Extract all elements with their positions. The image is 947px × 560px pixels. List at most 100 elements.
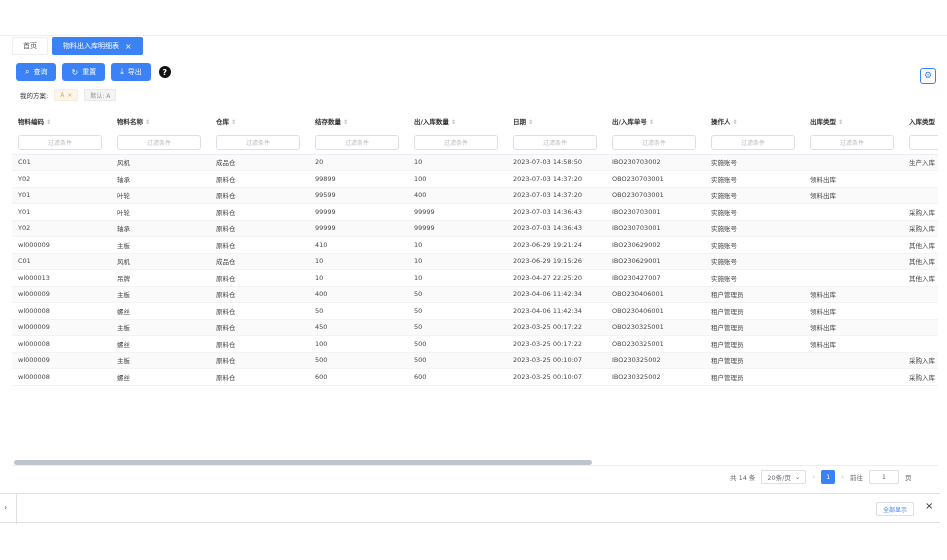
filter-input[interactable]: 过滤条件 <box>612 135 696 151</box>
table-cell: 2023-06-29 19:15:26 <box>507 253 606 270</box>
filter-input[interactable]: 过滤条件 <box>810 135 894 151</box>
table-cell: 50 <box>408 319 507 336</box>
filter-input[interactable]: 过滤条件 <box>414 135 498 151</box>
column-header[interactable]: 出库类型 ⇕ <box>804 110 903 132</box>
column-header-label: 物料编码 <box>18 118 44 126</box>
column-header[interactable]: 出/入库单号 ⇕ <box>606 110 705 132</box>
export-button-label: 导出 <box>127 68 142 76</box>
table-cell <box>804 253 903 270</box>
table-cell: 2023-07-03 14:36:43 <box>507 203 606 221</box>
filter-input[interactable]: 过滤条件 <box>513 135 597 151</box>
filter-input[interactable]: 过滤条件 <box>711 135 795 151</box>
query-button[interactable]: ⌕ 查询 <box>16 63 57 81</box>
sort-icon[interactable]: ⇕ <box>528 119 533 126</box>
column-header[interactable]: 物料名称 ⇕ <box>111 110 210 132</box>
tab-bar: 首页 物料出入库明细表 × <box>12 36 143 56</box>
table-cell: 螺丝 <box>111 335 210 353</box>
table-cell <box>804 220 903 237</box>
table-row[interactable]: C01 风机 成品仓 10 10 2023-06-29 19:15:26 IBO230629… <box>12 253 938 270</box>
column-settings-icon[interactable]: ⚙ <box>920 68 936 84</box>
column-header-label: 仓库 <box>216 118 229 126</box>
table-cell: 领料出库 <box>804 170 903 188</box>
table-row[interactable]: wl000009 主板 原料仓 400 50 2023-04-06 11:42:34 OBO… <box>12 286 938 303</box>
table-cell: 10 <box>408 154 507 171</box>
table-cell: 实施账号 <box>705 253 804 270</box>
table-cell: wl000013 <box>12 269 111 287</box>
table-cell: wl000009 <box>12 286 111 303</box>
table-cell: 450 <box>309 319 408 336</box>
table-cell: 租户管理员 <box>705 352 804 369</box>
filter-input[interactable]: 过滤条件 <box>909 135 938 151</box>
tab-close-icon[interactable]: × <box>125 42 132 51</box>
goto-page-input[interactable]: 1 <box>868 470 899 484</box>
page-size-select[interactable]: 20条/页 ⌄ <box>761 470 807 484</box>
table-cell: 轴承 <box>111 220 210 237</box>
table-cell: 领料出库 <box>804 286 903 303</box>
table-row[interactable]: Y02 轴承 原料仓 99999 99999 2023-07-03 14:36:43 IBO… <box>12 220 938 237</box>
sort-icon[interactable]: ⇕ <box>46 119 51 126</box>
filter-cell: 过滤条件 <box>408 132 507 155</box>
filter-cell: 过滤条件 <box>903 132 938 155</box>
chevron-right-icon[interactable]: › <box>4 503 7 512</box>
filter-cell: 过滤条件 <box>309 132 408 155</box>
current-page-number[interactable]: 1 <box>821 470 836 484</box>
table-cell: 成品仓 <box>210 154 309 171</box>
horizontal-scrollbar[interactable] <box>14 460 592 465</box>
table-row[interactable]: wl000009 主板 原料仓 410 10 2023-06-29 19:21:24 IBO… <box>12 236 938 254</box>
table-cell: 2023-07-03 14:37:20 <box>507 170 606 188</box>
column-header[interactable]: 入库类型⇕ <box>903 110 938 132</box>
refresh-icon: ↻ <box>71 67 79 77</box>
table-cell: 99899 <box>309 170 408 188</box>
export-button[interactable]: ⤓ 导出 <box>111 63 151 81</box>
table-row[interactable]: Y01 叶轮 原料仓 99599 400 2023-07-03 14:37:20 OBO23… <box>12 187 938 204</box>
scheme-chip-a[interactable]: A × <box>54 89 79 101</box>
close-icon[interactable]: × <box>925 501 933 512</box>
table-cell: 50 <box>408 302 507 320</box>
sort-icon[interactable]: ⇕ <box>343 119 348 126</box>
table-cell: 租户管理员 <box>705 286 804 303</box>
table-row[interactable]: wl000008 螺丝 原料仓 50 50 2023-04-06 11:42:34 OBO2… <box>12 302 938 320</box>
table-row[interactable]: wl000013 吊牌 原料仓 10 10 2023-04-27 22:25:20 IBO2… <box>12 269 938 287</box>
scheme-chip-default[interactable]: 默认: A <box>84 89 117 101</box>
table-row[interactable]: Y01 叶轮 原料仓 99999 99999 2023-07-03 14:36:43 IBO… <box>12 203 938 221</box>
show-all-button[interactable]: 全部显示 <box>876 502 915 516</box>
scheme-chip-close-icon[interactable]: × <box>67 92 72 99</box>
table-row[interactable]: Y02 轴承 原料仓 99899 100 2023-07-03 14:37:20 OBO23… <box>12 170 938 188</box>
tab-home[interactable]: 首页 <box>12 37 48 55</box>
sort-icon[interactable]: ⇕ <box>231 119 236 126</box>
table-row[interactable]: wl000008 螺丝 原料仓 100 500 2023-03-25 00:17:22 OB… <box>12 335 938 353</box>
table-cell: wl000008 <box>12 335 111 353</box>
sort-icon[interactable]: ⇕ <box>649 119 654 126</box>
prev-page-icon[interactable]: ‹ <box>812 473 815 481</box>
sort-icon[interactable]: ⇕ <box>451 119 456 126</box>
filter-input[interactable]: 过滤条件 <box>18 135 102 151</box>
column-header[interactable]: 日期 ⇕ <box>507 110 606 132</box>
table-row[interactable]: wl000009 主板 原料仓 450 50 2023-03-25 00:17:22 OBO… <box>12 319 938 336</box>
table-cell: 99999 <box>408 203 507 221</box>
sort-icon[interactable]: ⇕ <box>937 119 938 126</box>
filter-input[interactable]: 过滤条件 <box>117 135 201 151</box>
sort-icon[interactable]: ⇕ <box>838 119 843 126</box>
filter-input[interactable]: 过滤条件 <box>315 135 399 151</box>
reset-button[interactable]: ↻ 重置 <box>62 63 106 81</box>
next-page-icon[interactable]: › <box>841 473 844 481</box>
sort-icon[interactable]: ⇕ <box>733 119 738 126</box>
table-row[interactable]: C01 风机 成品仓 20 10 2023-07-03 14:58:50 IBO230703… <box>12 154 938 171</box>
help-icon[interactable]: ? <box>158 66 171 78</box>
table-cell: 其他入库 <box>903 253 938 270</box>
column-header[interactable]: 结存数量 ⇕ <box>309 110 408 132</box>
table-row[interactable]: wl000008 螺丝 原料仓 600 600 2023-03-25 00:10:07 IB… <box>12 368 938 386</box>
table-cell: 吊牌 <box>111 269 210 287</box>
column-header[interactable]: 操作人 ⇕ <box>705 110 804 132</box>
filter-input[interactable]: 过滤条件 <box>216 135 300 151</box>
my-scheme-label: 我的方案: <box>20 92 49 100</box>
column-header[interactable]: 出/入库数量 ⇕ <box>408 110 507 132</box>
table-cell: 叶轮 <box>111 203 210 221</box>
table-row[interactable]: wl000009 主板 原料仓 500 500 2023-03-25 00:10:07 IB… <box>12 352 938 369</box>
column-header[interactable]: 物料编码 ⇕ <box>12 110 111 132</box>
column-header[interactable]: 仓库 ⇕ <box>210 110 309 132</box>
tab-material-report[interactable]: 物料出入库明细表 × <box>52 37 143 55</box>
table-cell: 2023-07-03 14:58:50 <box>507 154 606 171</box>
column-header-label: 入库类型 <box>909 118 935 126</box>
sort-icon[interactable]: ⇕ <box>145 119 150 126</box>
